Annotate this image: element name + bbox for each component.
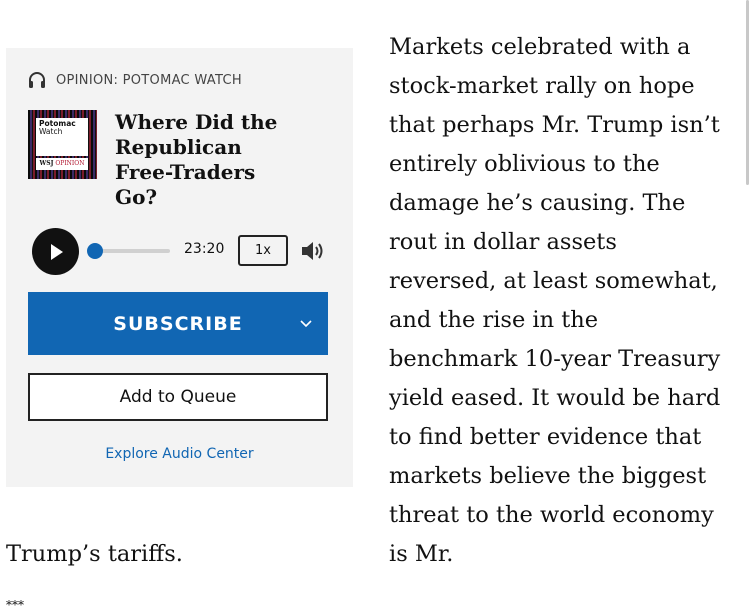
podcast-artwork[interactable]: Potomac Watch WSJ OPINION [28,110,97,179]
progress-track[interactable] [92,249,170,253]
episode-info: Potomac Watch WSJ OPINION Where Did the … [28,110,295,210]
queue-label: Add to Queue [119,387,237,407]
brand-wsj: WSJ [39,160,54,167]
headphones-icon [29,72,45,88]
article-paragraph: Markets celebrated with a stock-market r… [389,34,721,567]
explore-audio-center-link[interactable]: Explore Audio Center [6,446,353,462]
playback-speed-button[interactable]: 1x [238,235,288,266]
play-icon [50,243,63,260]
audio-controls: 23:20 1x [32,228,332,275]
audio-kicker: OPINION: POTOMAC WATCH [28,70,242,90]
play-button[interactable] [32,228,79,275]
artwork-line2: Watch [39,127,63,136]
episode-title[interactable]: Where Did the Republican Free-Traders Go… [115,110,295,210]
progress-handle[interactable] [87,243,103,259]
article-paragraph-continued: Trump’s tariffs. [6,541,183,567]
subscribe-label: SUBSCRIBE [113,312,243,335]
subscribe-button[interactable]: SUBSCRIBE [28,292,328,355]
audio-player-card: OPINION: POTOMAC WATCH Potomac Watch WSJ… [6,48,353,487]
section-separator: *** [6,598,24,612]
chevron-down-icon [300,320,312,328]
brand-opinion: OPINION [55,160,85,167]
add-to-queue-button[interactable]: Add to Queue [28,373,328,421]
kicker-label: OPINION: POTOMAC WATCH [56,72,242,88]
volume-icon[interactable] [300,239,326,263]
duration-label: 23:20 [184,241,225,257]
artwork-label: Potomac Watch [36,118,88,156]
artwork-brand: WSJ OPINION [36,158,88,170]
